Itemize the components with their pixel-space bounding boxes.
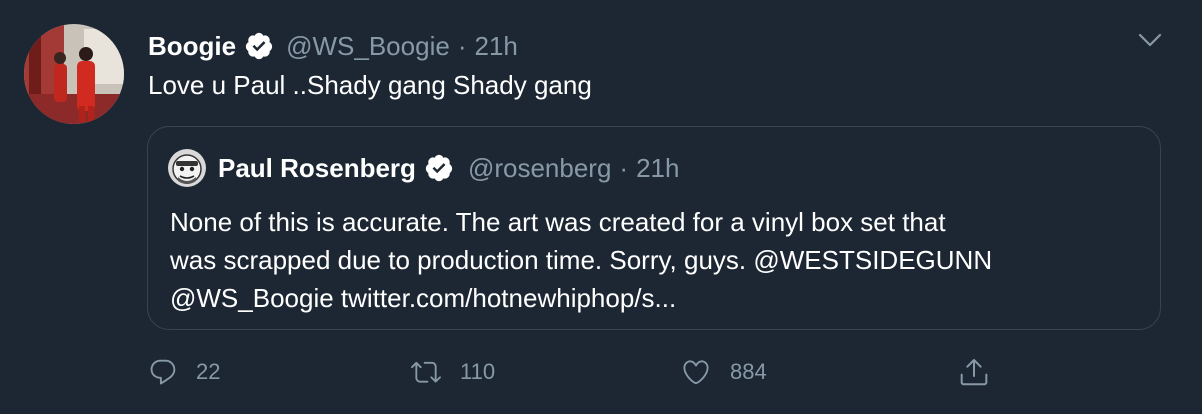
reply-button[interactable]: 22 <box>148 350 220 394</box>
quoted-author-avatar[interactable] <box>168 149 206 187</box>
quoted-tweet[interactable]: Paul Rosenberg @rosenberg · 21h None of … <box>147 126 1161 330</box>
retweet-button[interactable]: 110 <box>410 350 495 394</box>
verified-badge-icon <box>424 153 454 183</box>
quoted-author-name[interactable]: Paul Rosenberg <box>218 153 416 184</box>
quoted-text-line: @WS_Boogie twitter.com/hotnewhiphop/s... <box>170 283 677 313</box>
tweet-card[interactable]: Boogie @WS_Boogie · 21h Love u Paul ..Sh… <box>0 0 1202 414</box>
like-button[interactable]: 884 <box>680 350 767 394</box>
reply-count: 22 <box>196 359 221 384</box>
author-name[interactable]: Boogie <box>148 31 236 62</box>
quoted-tweet-text: None of this is accurate. The art was cr… <box>170 203 1150 317</box>
retweet-count: 110 <box>460 359 496 384</box>
quoted-tweet-header: Paul Rosenberg @rosenberg · 21h <box>218 149 679 187</box>
quoted-text-line: was scrapped due to production time. Sor… <box>170 245 993 275</box>
author-avatar[interactable] <box>24 24 124 124</box>
tweet-header: Boogie @WS_Boogie · 21h <box>148 28 518 64</box>
quoted-tweet-timestamp[interactable]: 21h <box>636 153 679 184</box>
separator-dot: · <box>457 30 467 61</box>
share-button[interactable] <box>958 350 990 394</box>
heart-icon <box>680 357 712 387</box>
author-handle[interactable]: @WS_Boogie <box>286 31 450 62</box>
tweet-timestamp[interactable]: 21h <box>474 31 517 62</box>
like-count: 884 <box>730 359 767 384</box>
chevron-down-icon[interactable] <box>1134 26 1166 54</box>
retweet-icon <box>410 357 442 387</box>
verified-badge-icon <box>244 31 274 61</box>
tweet-text: Love u Paul ..Shady gang Shady gang <box>148 70 592 100</box>
tweet-actions: 22 110 884 <box>148 350 998 394</box>
quoted-text-line: None of this is accurate. The art was cr… <box>170 207 946 237</box>
share-icon <box>958 356 990 388</box>
quoted-author-handle[interactable]: @rosenberg <box>468 153 611 184</box>
separator-dot: · <box>619 152 629 183</box>
reply-icon <box>148 357 178 387</box>
